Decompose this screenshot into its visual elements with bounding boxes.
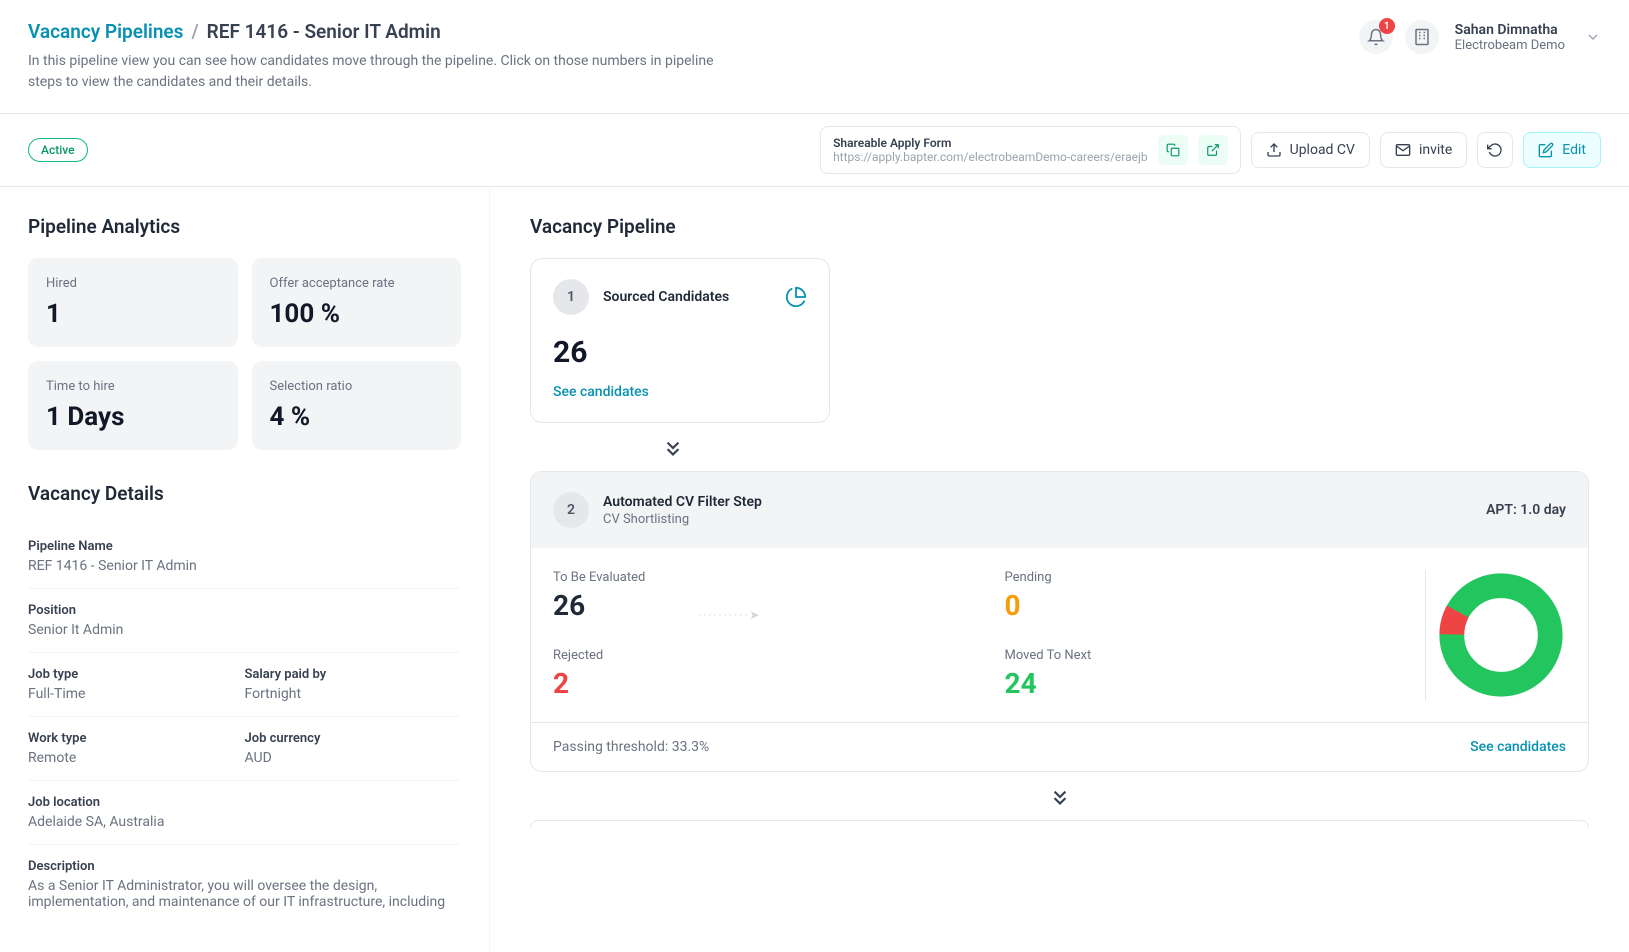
step2-title: Automated CV Filter Step [603, 494, 762, 510]
stat-label: Time to hire [46, 379, 220, 394]
analytics-title: Pipeline Analytics [28, 215, 461, 238]
refresh-button[interactable] [1477, 132, 1513, 168]
detail-label: Job currency [245, 731, 462, 746]
stat-value: 4 % [270, 402, 444, 432]
detail-label: Pipeline Name [28, 539, 461, 554]
rejected-label: Rejected [553, 648, 965, 663]
pie-chart-icon[interactable] [785, 286, 807, 308]
upload-cv-button[interactable]: Upload CV [1251, 132, 1370, 168]
step3-card [530, 820, 1589, 828]
stat-offer-rate: Offer acceptance rate 100 % [252, 258, 462, 347]
detail-value: Senior It Admin [28, 622, 461, 638]
copy-button[interactable] [1158, 135, 1188, 165]
refresh-icon [1487, 142, 1503, 158]
user-name: Sahan Dimnatha [1455, 22, 1565, 38]
step1-card: 1 Sourced Candidates 26 See candidates [530, 258, 830, 423]
building-icon [1413, 28, 1431, 46]
detail-label: Job type [28, 667, 245, 682]
step2-num: 2 [553, 492, 589, 528]
notifications-button[interactable]: 1 [1359, 20, 1393, 54]
stat-label: Offer acceptance rate [270, 276, 444, 291]
user-org: Electrobeam Demo [1455, 38, 1565, 53]
detail-label: Position [28, 603, 461, 618]
upload-icon [1266, 142, 1282, 158]
step1-num: 1 [553, 279, 589, 315]
to-eval-label: To Be Evaluated [553, 570, 965, 585]
detail-value: Fortnight [245, 686, 462, 702]
share-url: https://apply.bapter.com/electrobeamDemo… [833, 150, 1148, 164]
rejected-value[interactable]: 2 [553, 667, 965, 700]
detail-value: AUD [245, 750, 462, 766]
step2-see-candidates[interactable]: See candidates [1470, 739, 1566, 755]
invite-button[interactable]: invite [1380, 132, 1467, 168]
stat-hired: Hired 1 [28, 258, 238, 347]
pipeline-title: Vacancy Pipeline [530, 215, 1589, 238]
detail-value: Full-Time [28, 686, 245, 702]
donut-chart [1436, 570, 1566, 700]
status-badge: Active [28, 138, 88, 162]
step1-count[interactable]: 26 [553, 335, 807, 370]
stat-time-to-hire: Time to hire 1 Days [28, 361, 238, 450]
stat-selection-ratio: Selection ratio 4 % [252, 361, 462, 450]
stat-value: 100 % [270, 299, 444, 329]
notif-badge: 1 [1379, 18, 1395, 34]
detail-label: Work type [28, 731, 245, 746]
detail-label: Job location [28, 795, 461, 810]
external-link-icon [1206, 143, 1220, 157]
edit-button[interactable]: Edit [1523, 132, 1601, 168]
open-link-button[interactable] [1198, 135, 1228, 165]
detail-value: As a Senior IT Administrator, you will o… [28, 878, 461, 910]
org-button[interactable] [1405, 20, 1439, 54]
page-description: In this pipeline view you can see how ca… [28, 51, 748, 93]
share-box: Shareable Apply Form https://apply.bapte… [820, 126, 1241, 174]
edit-label: Edit [1562, 142, 1586, 158]
flow-arrow-icon [530, 784, 1589, 810]
breadcrumb-current: REF 1416 - Senior IT Admin [207, 20, 441, 43]
threshold-label: Passing threshold: 33.3% [553, 739, 709, 755]
details-title: Vacancy Details [28, 482, 461, 505]
breadcrumb: Vacancy Pipelines / REF 1416 - Senior IT… [28, 20, 748, 43]
detail-label: Description [28, 859, 461, 874]
detail-value: REF 1416 - Senior IT Admin [28, 558, 461, 574]
breadcrumb-sep: / [191, 20, 198, 43]
detail-value: Adelaide SA, Australia [28, 814, 461, 830]
share-label: Shareable Apply Form [833, 136, 1148, 150]
upload-cv-label: Upload CV [1290, 142, 1355, 158]
step2-card: 2 Automated CV Filter Step CV Shortlisti… [530, 471, 1589, 772]
edit-icon [1538, 142, 1554, 158]
pending-label: Pending [1005, 570, 1417, 585]
stat-value: 1 Days [46, 402, 220, 432]
chevron-down-icon[interactable] [1585, 29, 1601, 45]
moved-value[interactable]: 24 [1005, 667, 1417, 700]
stat-value: 1 [46, 299, 220, 329]
pending-value[interactable]: 0 [1005, 589, 1417, 622]
step1-title: Sourced Candidates [603, 289, 729, 305]
dotted-arrow-icon: ··········➤ [698, 608, 761, 622]
metrics-divider [1425, 570, 1426, 700]
moved-label: Moved To Next [1005, 648, 1417, 663]
step2-sub: CV Shortlisting [603, 512, 762, 527]
detail-label: Salary paid by [245, 667, 462, 682]
user-menu[interactable]: Sahan Dimnatha Electrobeam Demo [1455, 22, 1565, 53]
stat-label: Selection ratio [270, 379, 444, 394]
copy-icon [1166, 143, 1180, 157]
stat-label: Hired [46, 276, 220, 291]
mail-icon [1395, 142, 1411, 158]
invite-label: invite [1419, 142, 1452, 158]
detail-value: Remote [28, 750, 245, 766]
flow-arrow-icon [530, 435, 1589, 461]
step2-apt: APT: 1.0 day [1486, 502, 1566, 518]
step1-see-candidates[interactable]: See candidates [553, 384, 807, 400]
breadcrumb-root[interactable]: Vacancy Pipelines [28, 20, 183, 43]
